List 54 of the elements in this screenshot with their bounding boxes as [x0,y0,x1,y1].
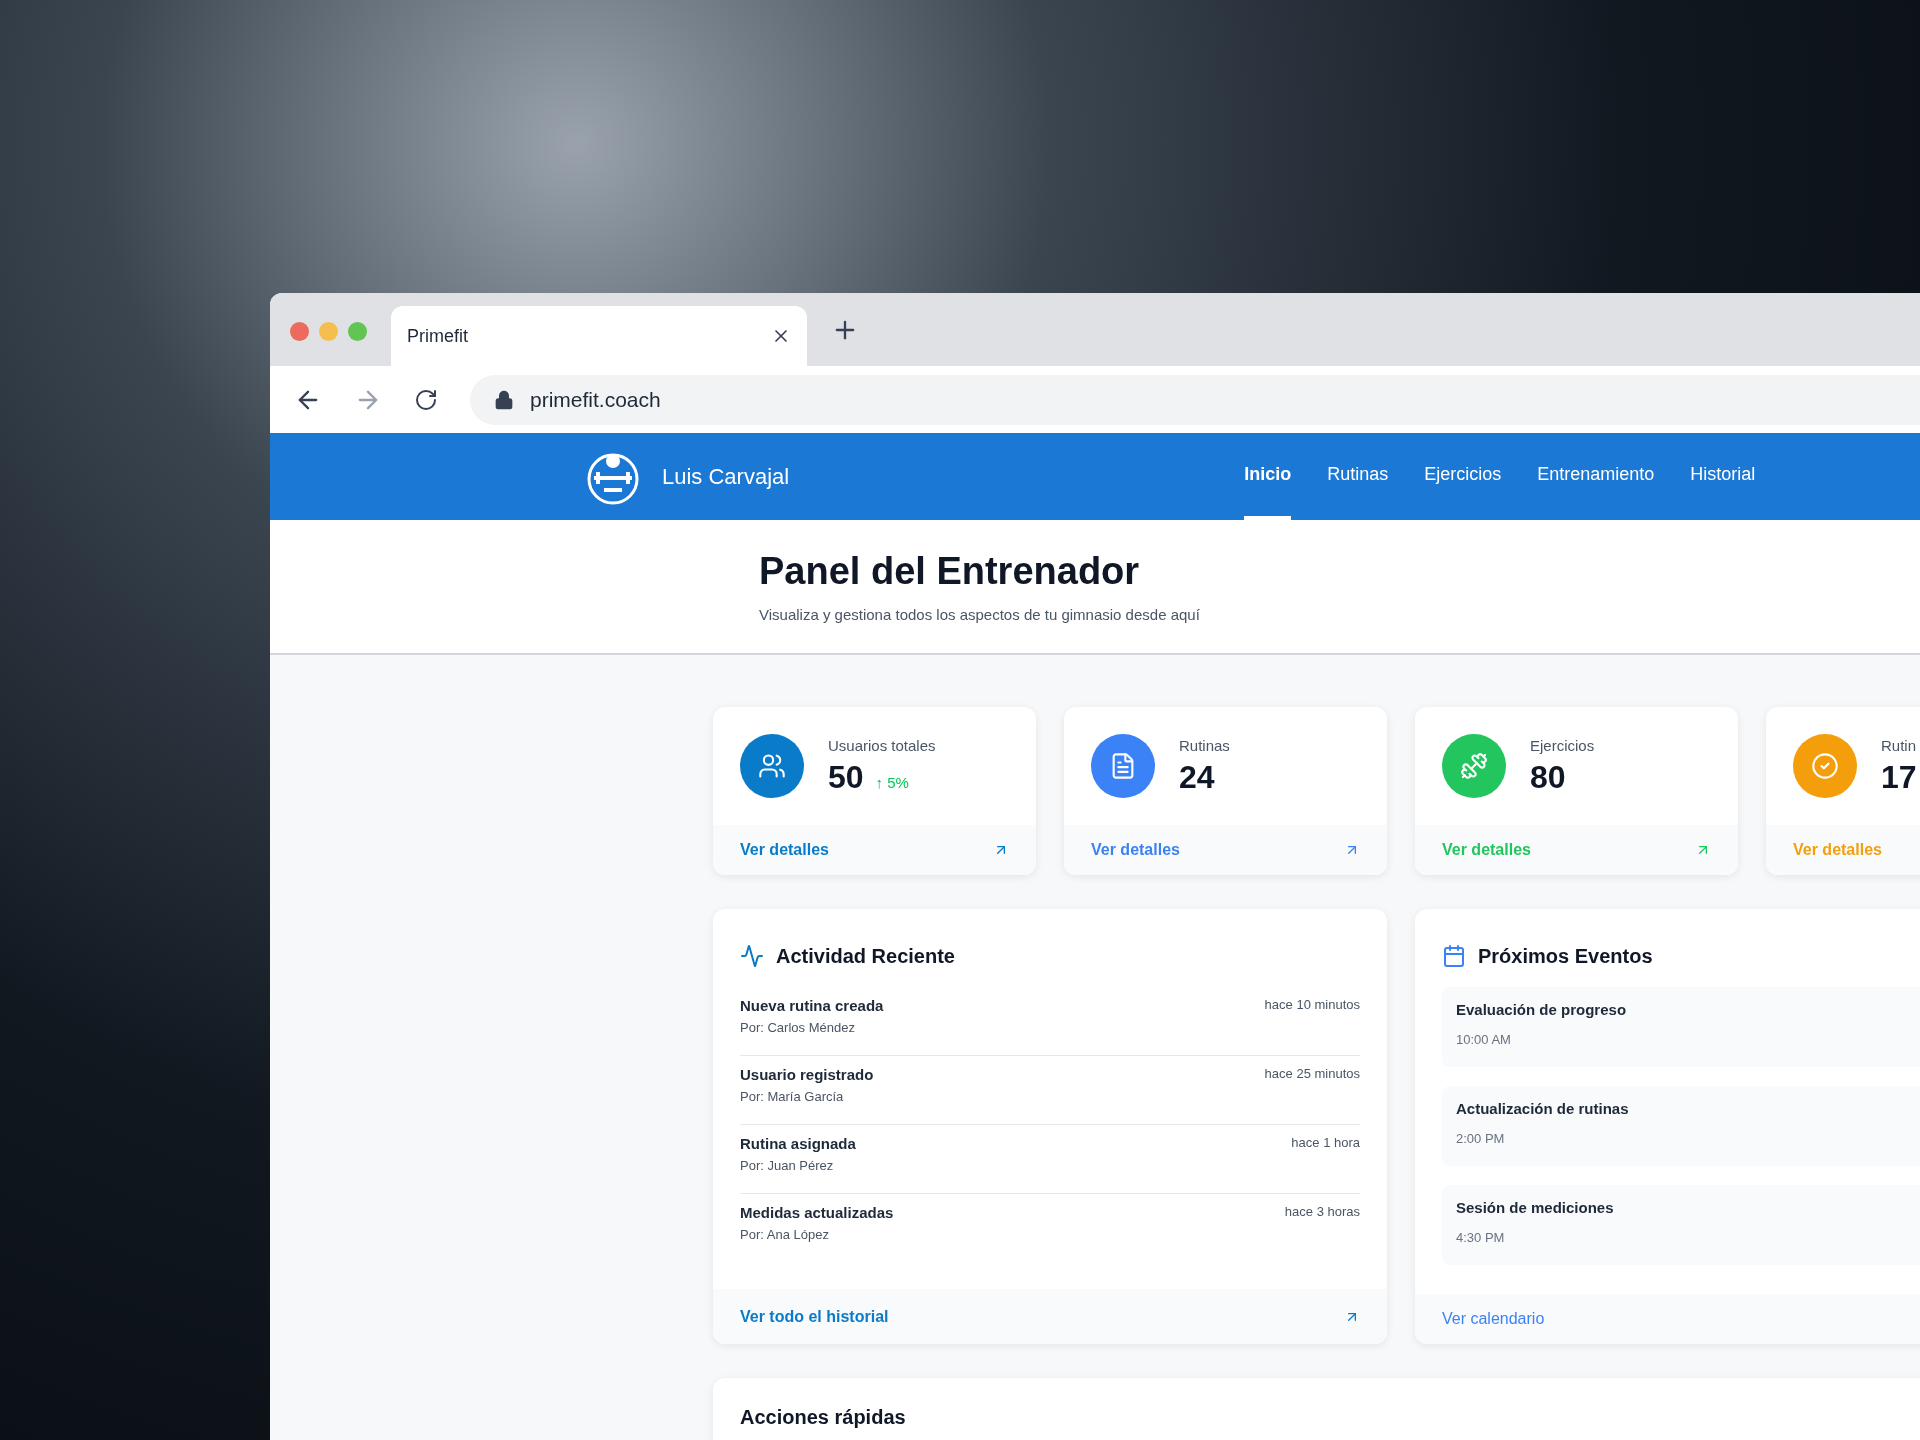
reload-icon[interactable] [414,387,438,412]
activity-time: hace 10 minutos [1264,996,1360,1014]
card-title: Acciones rápidas [740,1405,907,1430]
activity-author: Por: Carlos Méndez [740,1018,856,1037]
activity-icon [740,944,764,968]
stat-value: 50 [828,758,864,798]
calendar-icon [1442,944,1466,968]
page-title: Panel del Entrenador [759,549,1141,594]
card-title: Actividad Reciente [776,944,955,969]
activity-author: Por: Ana López [740,1225,830,1244]
details-link[interactable]: Ver detalles [740,838,829,862]
activity-title: Rutina asignada [740,1134,856,1154]
lock-icon [494,389,514,410]
trend-text: ↑ 5% [875,773,909,794]
stat-value: 17 [1881,758,1917,798]
event-time: 2:00 PM [1456,1129,1506,1148]
card-title: Próximos Eventos [1478,944,1653,969]
stat-label: Ejercicios [1530,735,1595,756]
event-title: Actualización de rutinas [1456,1099,1630,1119]
activity-author: Por: María García [740,1087,845,1106]
check-circle-icon [1811,752,1839,780]
nav-link[interactable]: Historial [1690,433,1756,520]
activity-author: Por: Juan Pérez [740,1156,835,1175]
stat-value: 80 [1530,758,1566,798]
details-link[interactable]: Ver detalles [1091,838,1180,862]
activity-time: hace 1 hora [1291,1134,1360,1152]
event-title: Sesión de mediciones [1456,1198,1615,1218]
nav-link[interactable]: Ejercicios [1424,433,1502,520]
event-item[interactable]: Actualización de rutinas 2:00 PM [1442,1086,1920,1166]
activity-title: Usuario registrado [740,1065,874,1085]
users-icon [758,752,786,780]
page-subtitle: Visualiza y gestiona todos los aspectos de tu gimnasio desde aquí [759,604,1201,625]
event-title: Evaluación de progreso [1456,1000,1628,1020]
stat-value: 24 [1179,758,1215,798]
history-link[interactable]: Ver todo el historial [740,1304,889,1329]
event-item[interactable]: Sesión de mediciones 4:30 PM [1442,1185,1920,1265]
stat-label: Usuarios totales [828,735,936,756]
event-time: 10:00 AM [1456,1030,1512,1049]
activity-time: hace 3 horas [1284,1203,1360,1221]
stat-label: Rutin [1881,735,1917,756]
stat-label: Rutinas [1179,735,1230,756]
nav-link[interactable]: Rutinas [1327,433,1389,520]
event-item[interactable]: Evaluación de progreso 10:00 AM [1442,987,1920,1067]
nav-link[interactable]: Entrenamiento [1537,433,1655,520]
url-text: primefit.coach [530,386,661,413]
dumbbell-icon [1460,752,1488,780]
calendar-link[interactable]: Ver calendario [1442,1307,1545,1331]
activity-title: Nueva rutina creada [740,996,884,1016]
brand-name: Luis Carvajal [662,463,790,491]
activity-title: Medidas actualizadas [740,1203,894,1223]
browser-tab[interactable]: Primefit [391,306,807,366]
address-bar[interactable]: primefit.coach [470,374,1920,425]
event-time: 4:30 PM [1456,1228,1506,1247]
activity-time: hace 25 minutos [1264,1065,1360,1083]
